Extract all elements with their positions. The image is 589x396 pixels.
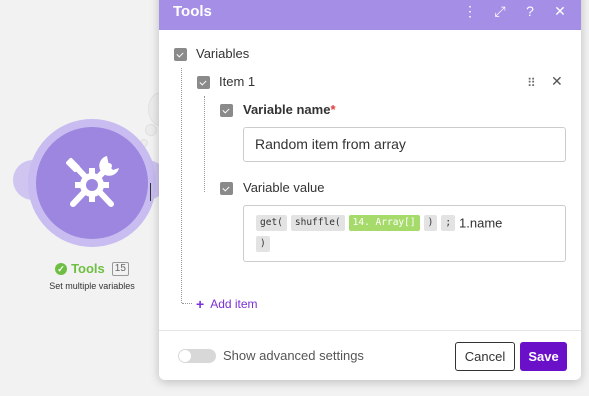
dialog-title: Tools — [173, 3, 212, 20]
variables-collapse-toggle[interactable] — [174, 48, 187, 61]
module-subtitle: Set multiple variables — [49, 281, 135, 291]
background-dot — [145, 124, 157, 136]
variable-value-collapse-toggle[interactable] — [220, 182, 233, 195]
remove-icon[interactable]: ✕ — [551, 73, 563, 90]
plus-icon: + — [196, 296, 205, 312]
tree-line — [181, 68, 182, 303]
variable-value-input[interactable]: get(shuffle(14. Array[]); 1.name ) — [243, 205, 566, 262]
save-button[interactable]: Save — [520, 342, 567, 371]
required-marker: * — [330, 102, 336, 117]
more-vertical-icon[interactable]: ⋮ — [463, 3, 477, 20]
separator-token[interactable]: ; — [441, 214, 456, 231]
variables-label: Variables — [196, 46, 250, 61]
tree-line — [182, 303, 192, 304]
add-item-button[interactable]: + Add item — [196, 296, 258, 312]
tools-icon — [66, 156, 119, 207]
variable-name-collapse-toggle[interactable] — [220, 104, 233, 117]
variable-name-label: Variable name* — [243, 102, 336, 117]
function-token-shuffle[interactable]: shuffle( — [290, 214, 345, 231]
close-paren-token[interactable]: ) — [423, 214, 438, 231]
add-item-label: Add item — [210, 297, 258, 311]
check-icon: ✓ — [55, 262, 68, 275]
tree-line — [204, 96, 205, 192]
item-collapse-toggle[interactable] — [197, 76, 210, 89]
module-node-inner[interactable] — [36, 127, 148, 239]
close-paren-token[interactable]: ) — [256, 235, 270, 252]
module-title: ✓ Tools 15 — [40, 261, 144, 276]
help-icon[interactable]: ? — [523, 3, 537, 20]
text-cursor — [150, 183, 151, 201]
footer-divider — [159, 330, 581, 331]
function-token-get[interactable]: get( — [256, 214, 287, 231]
module-id-badge: 15 — [111, 261, 129, 276]
mapped-array-token[interactable]: 14. Array[] — [348, 214, 420, 231]
advanced-settings-label: Show advanced settings — [223, 348, 364, 363]
item-label: Item 1 — [219, 74, 256, 89]
drag-handle-icon[interactable]: ⠿ — [527, 76, 536, 90]
cancel-button[interactable]: Cancel — [455, 342, 515, 371]
module-name: Tools — [71, 261, 105, 276]
variable-name-input[interactable]: Random item from array — [243, 127, 566, 162]
close-icon[interactable]: ✕ — [553, 3, 567, 20]
variable-value-label: Variable value — [243, 180, 325, 195]
advanced-settings-toggle[interactable] — [178, 349, 216, 363]
path-text: 1.name — [459, 215, 503, 231]
expand-icon[interactable]: ⤢ — [493, 3, 507, 20]
dialog-header: Tools ⋮ ⤢ ? ✕ — [159, 0, 581, 30]
